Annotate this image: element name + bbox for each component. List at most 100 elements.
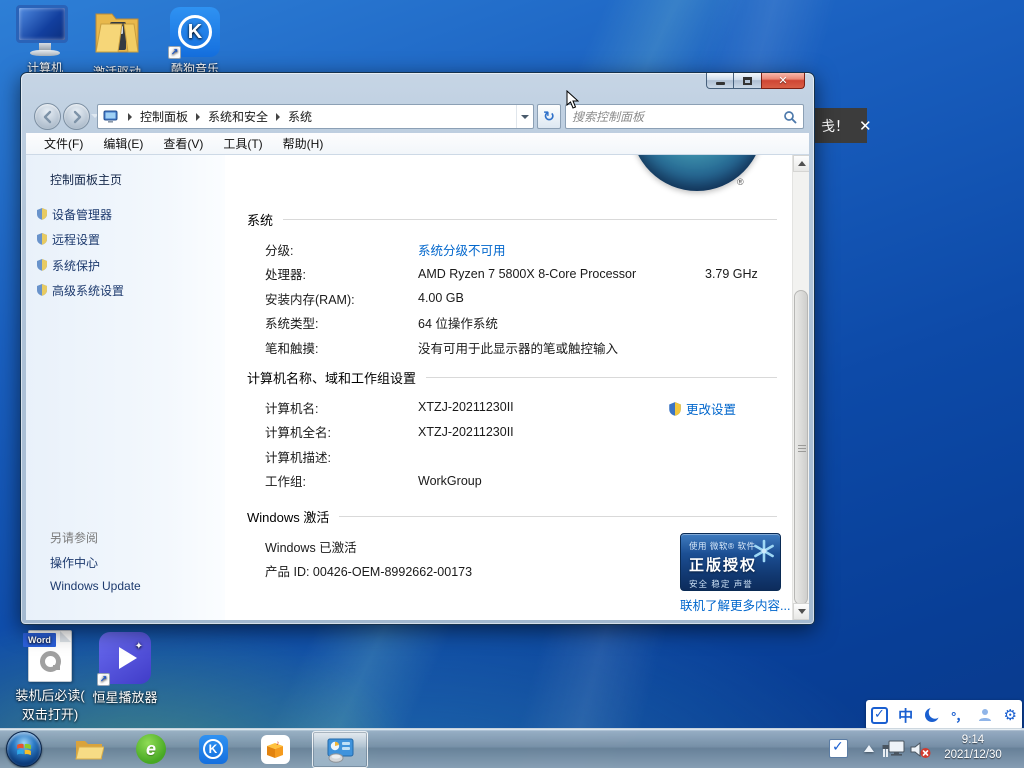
close-icon[interactable]: ✕ [859, 117, 872, 135]
ime-chinese-mode-icon[interactable]: 中 [898, 705, 913, 726]
taskbar-software-box-button[interactable]: ♪ [260, 734, 290, 764]
sidebar-item-advanced-system-settings[interactable]: 高级系统设置 [52, 282, 124, 299]
address-bar[interactable]: 控制面板 系统和安全 系统 [97, 104, 534, 129]
minimize-button[interactable] [706, 73, 734, 89]
menu-tools[interactable]: 工具(T) [213, 133, 272, 154]
mouse-cursor [566, 90, 579, 109]
taskbar-browser-button[interactable]: e [136, 734, 166, 764]
breadcrumb-arrow-icon [128, 113, 132, 121]
scroll-up-button[interactable] [793, 155, 809, 172]
row-label: 笔和触摸: [265, 338, 418, 357]
desktop-icon-activate-driver[interactable]: 激活驱动 [80, 8, 154, 80]
breadcrumb-system[interactable]: 系统 [286, 108, 314, 125]
ad-popup[interactable]: 戋！ ✕ [813, 108, 867, 143]
uac-shield-icon [36, 283, 48, 296]
control-panel-icon [103, 110, 119, 124]
taskbar-clock[interactable]: 9:14 2021/12/30 [932, 733, 1014, 763]
desktop-icon-label: 恒星播放器 [80, 687, 170, 706]
vertical-scrollbar[interactable] [792, 155, 809, 620]
registered-mark: ® [737, 177, 744, 187]
desktop-icon-kugou[interactable]: K ↗ 酷狗音乐 [158, 7, 232, 77]
row-value: 64 位操作系统 [418, 313, 498, 332]
row-value: 4.00 GB [418, 291, 464, 305]
maximize-icon [743, 77, 752, 85]
forward-button[interactable] [63, 103, 90, 130]
address-dropdown-button[interactable] [516, 105, 533, 128]
explorer-folder-icon [74, 736, 104, 762]
section-title: Windows 激活 [247, 507, 329, 526]
menu-help[interactable]: 帮助(H) [273, 133, 334, 154]
scrollbar-thumb[interactable] [794, 290, 808, 605]
show-hidden-icons-button[interactable] [864, 745, 874, 752]
ime-tray-icon[interactable] [829, 739, 848, 758]
breadcrumb-system-security[interactable]: 系统和安全 [206, 108, 270, 125]
menu-bar: 文件(F) 编辑(E) 查看(V) 工具(T) 帮助(H) [26, 133, 809, 155]
desktop-icon-computer[interactable]: 计算机 [8, 5, 82, 76]
close-button[interactable]: ✕ [761, 73, 805, 89]
back-button[interactable] [34, 103, 61, 130]
row-value: 没有可用于此显示器的笔或触控输入 [418, 338, 618, 357]
genuine-star-icon [751, 538, 777, 564]
start-button[interactable] [6, 731, 42, 767]
desktop: { "colors": { "link": "#0066cc", "badge_… [0, 0, 1024, 768]
maximize-button[interactable] [734, 73, 761, 89]
search-box[interactable] [565, 104, 804, 129]
change-settings-link[interactable]: 更改设置 [668, 399, 736, 418]
window-titlebar[interactable]: ✕ [21, 73, 814, 100]
ime-punctuation-icon[interactable]: °， [951, 706, 967, 725]
desktop-icon-star-player[interactable]: ✦ ↗ 恒星播放器 [80, 632, 170, 706]
sidebar-item-action-center[interactable]: 操作中心 [50, 554, 98, 571]
ime-logo-icon[interactable] [871, 707, 888, 724]
network-tray-icon[interactable] [882, 740, 906, 759]
refresh-button[interactable]: ↻ [537, 104, 561, 129]
uac-shield-icon [36, 232, 48, 245]
ad-popup-text: 戋！ [821, 116, 849, 136]
star-player-icon: ✦ ↗ [99, 632, 151, 684]
sidebar-item-system-protection[interactable]: 系统保护 [52, 257, 100, 274]
browser-icon: e [136, 734, 166, 764]
breadcrumb-control-panel[interactable]: 控制面板 [138, 108, 190, 125]
section-computer-name: 计算机名称、域和工作组设置 计算机名:XTZJ-20211230II 计算机全名… [247, 368, 777, 493]
ime-language-bar[interactable]: 中 °， ⚙ [866, 700, 1022, 730]
breadcrumb-arrow-icon [276, 113, 280, 121]
row-label: 工作组: [265, 471, 418, 490]
taskbar: e K ♪ [0, 728, 1024, 768]
menu-view[interactable]: 查看(V) [153, 133, 213, 154]
forward-arrow-icon [70, 110, 84, 124]
learn-more-online-link[interactable]: 联机了解更多内容... [680, 595, 790, 614]
sidebar-item-device-manager[interactable]: 设备管理器 [52, 206, 112, 223]
taskbar-kugou-button[interactable]: K [198, 734, 228, 764]
menu-edit[interactable]: 编辑(E) [93, 133, 153, 154]
see-also-header: 另请参阅 [50, 529, 98, 546]
row-label: 处理器: [265, 264, 418, 283]
sidebar-item-windows-update[interactable]: Windows Update [50, 579, 141, 593]
shortcut-arrow-icon: ↗ [168, 46, 181, 59]
menu-file[interactable]: 文件(F) [34, 133, 93, 154]
sidebar-item-control-panel-home[interactable]: 控制面板主页 [50, 171, 122, 188]
word-badge: Word [23, 633, 56, 647]
badge-line3: 安全 稳定 声誉 [689, 578, 774, 590]
row-label: 系统类型: [265, 313, 418, 332]
uac-shield-icon [36, 258, 48, 271]
kugou-icon: K [199, 735, 228, 764]
taskbar-active-system-window-button[interactable] [312, 731, 368, 768]
breadcrumb-arrow-icon [196, 113, 200, 121]
section-title: 系统 [247, 210, 273, 229]
volume-muted-tray-icon[interactable] [910, 740, 932, 759]
row-label: 安装内存(RAM): [265, 289, 418, 308]
section-title: 计算机名称、域和工作组设置 [247, 368, 416, 387]
taskbar-explorer-button[interactable] [74, 734, 104, 764]
ime-settings-gear-icon[interactable]: ⚙ [1003, 706, 1016, 724]
sidebar: 控制面板主页 设备管理器 远程设置 系统保护 高级系统设置 另请参阅 操作中心 … [26, 155, 225, 620]
search-input[interactable] [566, 110, 783, 124]
clock-time: 9:14 [932, 733, 1014, 748]
sidebar-item-remote-settings[interactable]: 远程设置 [52, 231, 100, 248]
back-arrow-icon [41, 110, 55, 124]
ime-user-icon[interactable] [977, 707, 993, 723]
row-value: WorkGroup [418, 474, 482, 488]
search-icon [783, 110, 797, 124]
rating-link[interactable]: 系统分级不可用 [418, 240, 506, 259]
uac-shield-icon [668, 401, 682, 416]
ime-fullwidth-moon-icon[interactable] [923, 706, 941, 724]
scroll-down-button[interactable] [793, 603, 809, 620]
